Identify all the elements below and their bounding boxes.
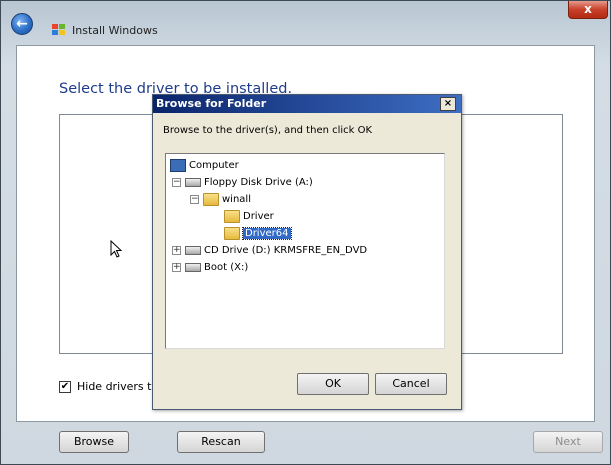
back-arrow-icon: ← — [16, 16, 28, 32]
tree-item-label-selected: Driver64 — [242, 226, 292, 240]
expand-icon[interactable]: + — [172, 262, 181, 272]
tree-item-label: Floppy Disk Drive (A:) — [204, 176, 313, 188]
browse-for-folder-dialog: Browse for Folder × Browse to the driver… — [152, 94, 462, 410]
expand-icon[interactable]: + — [172, 245, 181, 255]
folder-icon — [203, 192, 219, 206]
cancel-button[interactable]: Cancel — [375, 373, 447, 395]
window-close-button[interactable]: x — [568, 1, 608, 19]
tree-item-label: winall — [222, 193, 251, 205]
drive-icon — [185, 262, 201, 272]
mouse-cursor-icon — [110, 240, 122, 258]
dialog-close-button[interactable]: × — [440, 97, 456, 111]
browse-button[interactable]: Browse — [59, 431, 129, 453]
dialog-instruction: Browse to the driver(s), and then click … — [163, 125, 373, 136]
logo-red — [52, 24, 58, 29]
tree-item-winall[interactable]: − winall — [190, 191, 251, 207]
tree-item-floppy[interactable]: − Floppy Disk Drive (A:) — [172, 174, 313, 190]
rescan-button[interactable]: Rescan — [177, 431, 265, 453]
logo-yellow — [59, 30, 65, 35]
floppy-drive-icon — [185, 177, 201, 187]
tree-item-label: Computer — [189, 159, 239, 171]
ok-button[interactable]: OK — [297, 373, 369, 395]
folder-tree[interactable]: Computer − Floppy Disk Drive (A:) − wina… — [165, 153, 445, 349]
logo-blue — [52, 30, 58, 35]
tree-item-computer[interactable]: Computer — [170, 157, 239, 173]
windows-logo-icon — [52, 24, 66, 36]
tree-item-driver64[interactable]: Driver64 — [224, 225, 292, 241]
next-button[interactable]: Next — [533, 431, 603, 453]
tree-item-label: Boot (X:) — [204, 261, 249, 273]
hide-drivers-checkbox[interactable]: ✔ — [59, 380, 71, 393]
tree-item-driver[interactable]: Driver — [224, 208, 274, 224]
logo-green — [59, 24, 65, 29]
back-button[interactable]: ← — [11, 13, 33, 35]
tree-item-label: CD Drive (D:) KRMSFRE_EN_DVD — [204, 244, 368, 256]
tree-item-cd-drive[interactable]: + CD Drive (D:) KRMSFRE_EN_DVD — [172, 242, 367, 258]
tree-item-label: Driver — [243, 210, 274, 222]
tree-item-boot[interactable]: + Boot (X:) — [172, 259, 248, 275]
hide-drivers-label: Hide drivers th — [77, 380, 159, 393]
hide-drivers-option[interactable]: ✔ Hide drivers th — [59, 380, 158, 393]
title-bar: ← Install Windows x — [1, 1, 610, 45]
collapse-icon[interactable]: − — [190, 194, 199, 204]
folder-icon — [224, 226, 240, 240]
dialog-title: Browse for Folder — [153, 95, 461, 113]
collapse-icon[interactable]: − — [172, 177, 181, 187]
folder-icon — [224, 209, 240, 223]
computer-icon — [170, 158, 186, 172]
cd-drive-icon — [185, 245, 201, 255]
window-title: Install Windows — [72, 24, 158, 37]
